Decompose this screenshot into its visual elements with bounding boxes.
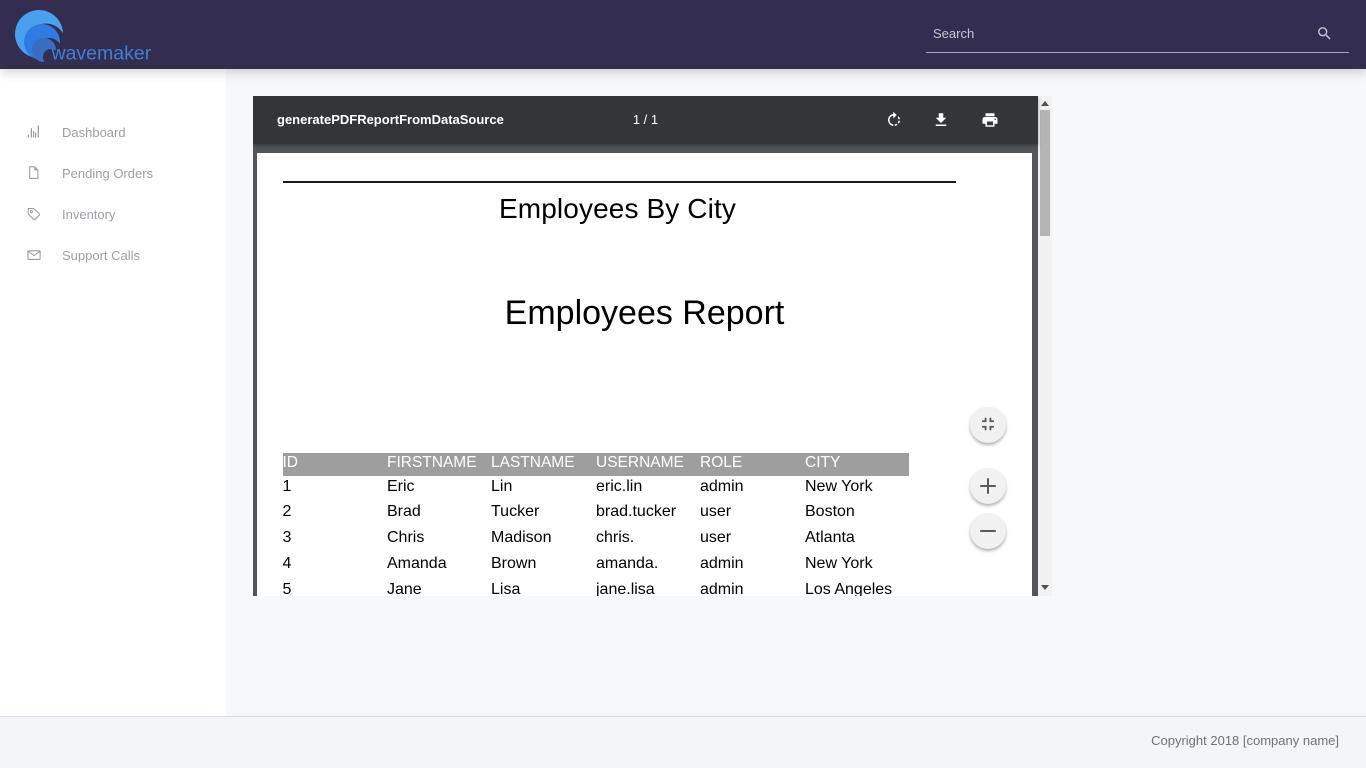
svg-text:wavemaker: wavemaker	[51, 43, 152, 64]
